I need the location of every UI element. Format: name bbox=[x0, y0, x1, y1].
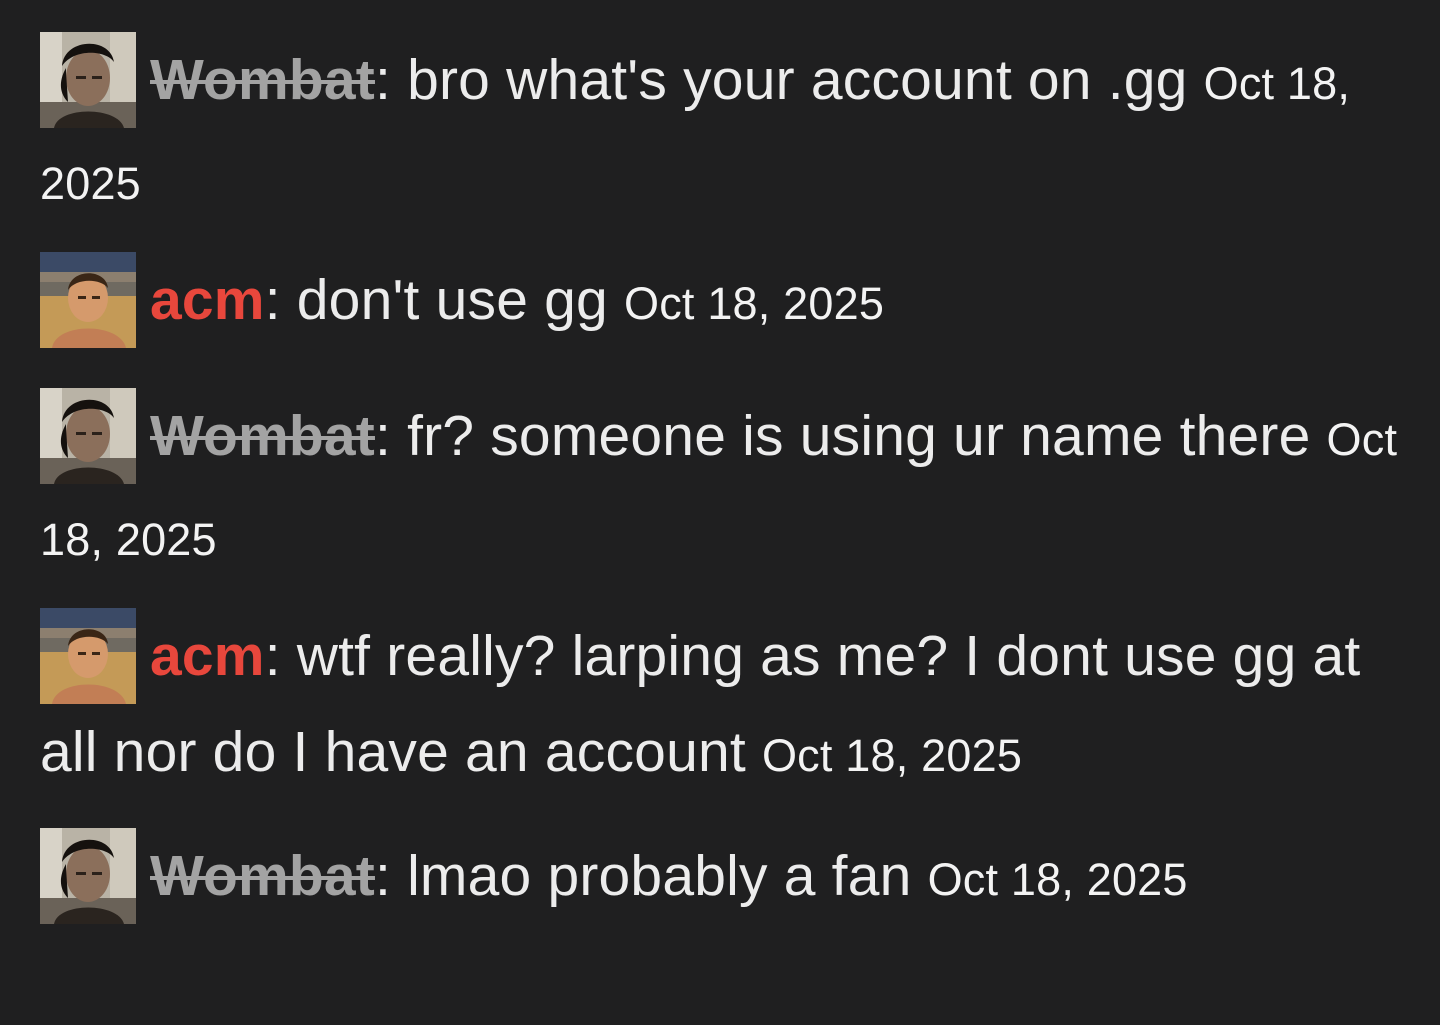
stadium-portrait-avatar bbox=[40, 608, 136, 704]
username[interactable]: acm bbox=[150, 624, 265, 688]
avatar[interactable] bbox=[40, 828, 136, 924]
portrait-dark-hair-avatar bbox=[40, 828, 136, 924]
separator: : bbox=[264, 624, 297, 688]
chat-message: Wombat: bro what's your account on .gg O… bbox=[40, 32, 1420, 232]
avatar[interactable] bbox=[40, 252, 136, 348]
chat-message: Wombat: fr? someone is using ur name the… bbox=[40, 388, 1420, 588]
separator: : bbox=[264, 268, 297, 332]
stadium-portrait-avatar bbox=[40, 252, 136, 348]
username[interactable]: acm bbox=[150, 268, 265, 332]
username[interactable]: Wombat bbox=[150, 48, 375, 112]
avatar[interactable] bbox=[40, 608, 136, 704]
timestamp: Oct 18, 2025 bbox=[624, 278, 885, 329]
avatar[interactable] bbox=[40, 32, 136, 128]
chat-message: acm: don't use gg Oct 18, 2025 bbox=[40, 252, 1420, 352]
timestamp: Oct 18, 2025 bbox=[927, 854, 1188, 905]
message-text: lmao probably a fan bbox=[407, 844, 912, 908]
username[interactable]: Wombat bbox=[150, 404, 375, 468]
avatar[interactable] bbox=[40, 388, 136, 484]
portrait-dark-hair-avatar bbox=[40, 388, 136, 484]
message-text: bro what's your account on .gg bbox=[407, 48, 1188, 112]
username[interactable]: Wombat bbox=[150, 844, 375, 908]
message-text: fr? someone is using ur name there bbox=[407, 404, 1311, 468]
chat-message: acm: wtf really? larping as me? I dont u… bbox=[40, 608, 1420, 804]
separator: : bbox=[374, 48, 408, 112]
portrait-dark-hair-avatar bbox=[40, 32, 136, 128]
message-text: don't use gg bbox=[296, 268, 608, 332]
timestamp: Oct 18, 2025 bbox=[761, 730, 1023, 781]
chat-message: Wombat: lmao probably a fan Oct 18, 2025 bbox=[40, 828, 1420, 928]
separator: : bbox=[374, 844, 408, 908]
separator: : bbox=[374, 404, 408, 468]
